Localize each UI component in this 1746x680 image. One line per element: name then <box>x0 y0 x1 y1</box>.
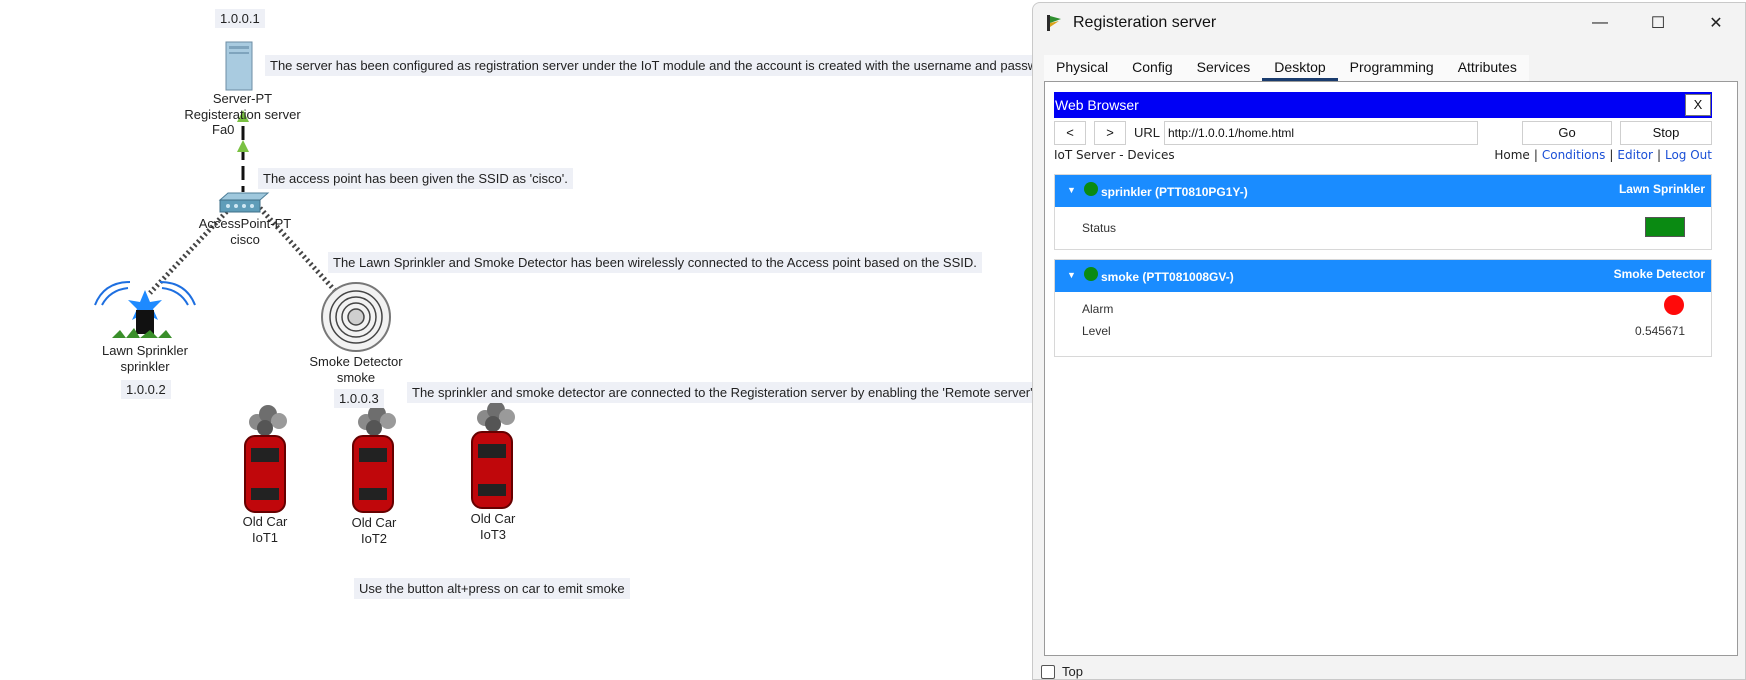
tab-attributes[interactable]: Attributes <box>1445 55 1529 81</box>
collapse-caret-icon[interactable]: ▼ <box>1067 270 1076 280</box>
link-up-indicator <box>237 140 249 152</box>
device-type: Smoke Detector <box>1613 267 1705 281</box>
device-window: Registeration server — ☐ ✕ Physical Conf… <box>1032 2 1746 680</box>
note-ssid[interactable]: The access point has been given the SSID… <box>258 168 573 189</box>
tab-physical[interactable]: Physical <box>1044 55 1121 81</box>
level-value: 0.545671 <box>1634 324 1685 338</box>
packet-tracer-icon <box>1047 15 1061 31</box>
ap-type-label: AccessPoint-PT <box>198 216 292 231</box>
status-toggle[interactable] <box>1645 217 1685 237</box>
stop-button[interactable]: Stop <box>1620 121 1712 145</box>
page-nav-links: Home | Conditions | Editor | Log Out <box>1494 148 1712 162</box>
note-smoke-tip[interactable]: Use the button alt+press on car to emit … <box>354 578 630 599</box>
desktop-panel: Web Browser X < > URL Go Stop IoT Server… <box>1044 81 1738 656</box>
link-separator: | <box>1609 148 1614 162</box>
browser-close-button[interactable]: X <box>1685 94 1711 116</box>
checkbox-icon[interactable] <box>1041 664 1055 679</box>
page-header: IoT Server - Devices Home | Conditions | Edi… <box>1054 148 1712 164</box>
server-name-label: Registeration server <box>184 107 301 122</box>
back-button[interactable]: < <box>1054 121 1086 145</box>
server-type-label: Server-PT <box>212 91 273 106</box>
minimize-button[interactable]: — <box>1571 3 1629 43</box>
note-wireless[interactable]: The Lawn Sprinkler and Smoke Detector ha… <box>328 252 982 273</box>
tab-programming[interactable]: Programming <box>1337 55 1446 81</box>
tab-config[interactable]: Config <box>1120 55 1185 81</box>
sprinkler-ip-label: 1.0.0.2 <box>121 380 171 399</box>
browser-title: Web Browser <box>1055 97 1139 113</box>
device-field-row: Alarm <box>1055 295 1711 320</box>
page-title: IoT Server - Devices <box>1054 148 1175 162</box>
home-link[interactable]: Home <box>1494 148 1529 162</box>
forward-button[interactable]: > <box>1094 121 1126 145</box>
conditions-link[interactable]: Conditions <box>1542 148 1606 162</box>
old-car-icon[interactable] <box>244 405 287 513</box>
window-titlebar[interactable]: Registeration server — ☐ ✕ <box>1033 3 1745 43</box>
top-checkbox-label: Top <box>1062 664 1083 679</box>
close-button[interactable]: ✕ <box>1687 3 1745 43</box>
field-label: Status <box>1082 221 1117 235</box>
go-button[interactable]: Go <box>1522 121 1612 145</box>
device-card-sprinkler: ▼ sprinkler (PTT0810PG1Y-) Lawn Sprinkle… <box>1054 174 1712 250</box>
browser-titlebar: Web Browser X <box>1054 92 1712 118</box>
device-field-row: Level 0.545671 <box>1055 320 1711 342</box>
server-port-label: Fa0 <box>212 122 235 137</box>
note-server[interactable]: The server has been configured as regist… <box>265 55 1032 76</box>
car-name-label: IoT2 <box>360 531 387 546</box>
web-browser: Web Browser X < > URL Go Stop IoT Server… <box>1054 92 1712 645</box>
sprinkler-type-label: Lawn Sprinkler <box>102 343 188 358</box>
smoke-name-label: smoke <box>336 370 376 385</box>
car-name-label: IoT3 <box>479 527 506 542</box>
online-status-icon <box>1084 267 1098 281</box>
link-separator: | <box>1533 148 1538 162</box>
tab-services[interactable]: Services <box>1184 55 1263 81</box>
car-type-label: Old Car <box>470 511 516 526</box>
note-remote[interactable]: The sprinkler and smoke detector are con… <box>407 382 1032 403</box>
top-checkbox[interactable]: Top <box>1041 664 1083 679</box>
sprinkler-name-label: sprinkler <box>120 359 170 374</box>
link-separator: | <box>1656 148 1661 162</box>
server-icon[interactable] <box>225 41 253 91</box>
car-name-label: IoT1 <box>251 530 278 545</box>
lawn-sprinkler-icon[interactable] <box>94 281 196 338</box>
field-label: Level <box>1082 324 1111 338</box>
car-type-label: Old Car <box>242 514 288 529</box>
server-ip-label: 1.0.0.1 <box>215 9 265 28</box>
old-car-icon[interactable] <box>471 401 515 509</box>
device-header[interactable]: ▼ sprinkler (PTT0810PG1Y-) Lawn Sprinkle… <box>1055 175 1711 207</box>
editor-link[interactable]: Editor <box>1617 148 1653 162</box>
topology-canvas[interactable]: 1.0.0.1 Server-PT Registeration server F… <box>0 0 1032 680</box>
maximize-button[interactable]: ☐ <box>1629 3 1687 43</box>
url-label: URL <box>1134 125 1161 140</box>
device-header[interactable]: ▼ smoke (PTT081008GV-) Smoke Detector <box>1055 260 1711 292</box>
window-title: Registeration server <box>1073 14 1217 31</box>
device-card-smoke: ▼ smoke (PTT081008GV-) Smoke Detector Al… <box>1054 259 1712 357</box>
ap-ssid-label: cisco <box>230 232 260 247</box>
car-type-label: Old Car <box>351 515 397 530</box>
field-label: Alarm <box>1082 302 1114 316</box>
online-status-icon <box>1084 182 1098 196</box>
smoke-detector-icon[interactable] <box>321 282 391 352</box>
smoke-ip-label: 1.0.0.3 <box>334 389 384 408</box>
browser-nav-row: < > URL Go Stop <box>1054 121 1712 147</box>
device-name: sprinkler (PTT0810PG1Y-) <box>1101 185 1248 199</box>
tab-strip: Physical Config Services Desktop Program… <box>1044 55 1529 81</box>
tab-desktop[interactable]: Desktop <box>1262 55 1338 81</box>
device-name: smoke (PTT081008GV-) <box>1101 270 1234 284</box>
url-input[interactable] <box>1164 121 1478 145</box>
logout-link[interactable]: Log Out <box>1665 148 1712 162</box>
alarm-indicator-icon <box>1664 295 1684 315</box>
smoke-type-label: Smoke Detector <box>309 354 403 369</box>
collapse-caret-icon[interactable]: ▼ <box>1067 185 1076 195</box>
device-field-row: Status <box>1055 217 1711 239</box>
device-type: Lawn Sprinkler <box>1618 182 1705 196</box>
old-car-icon[interactable] <box>352 405 396 513</box>
